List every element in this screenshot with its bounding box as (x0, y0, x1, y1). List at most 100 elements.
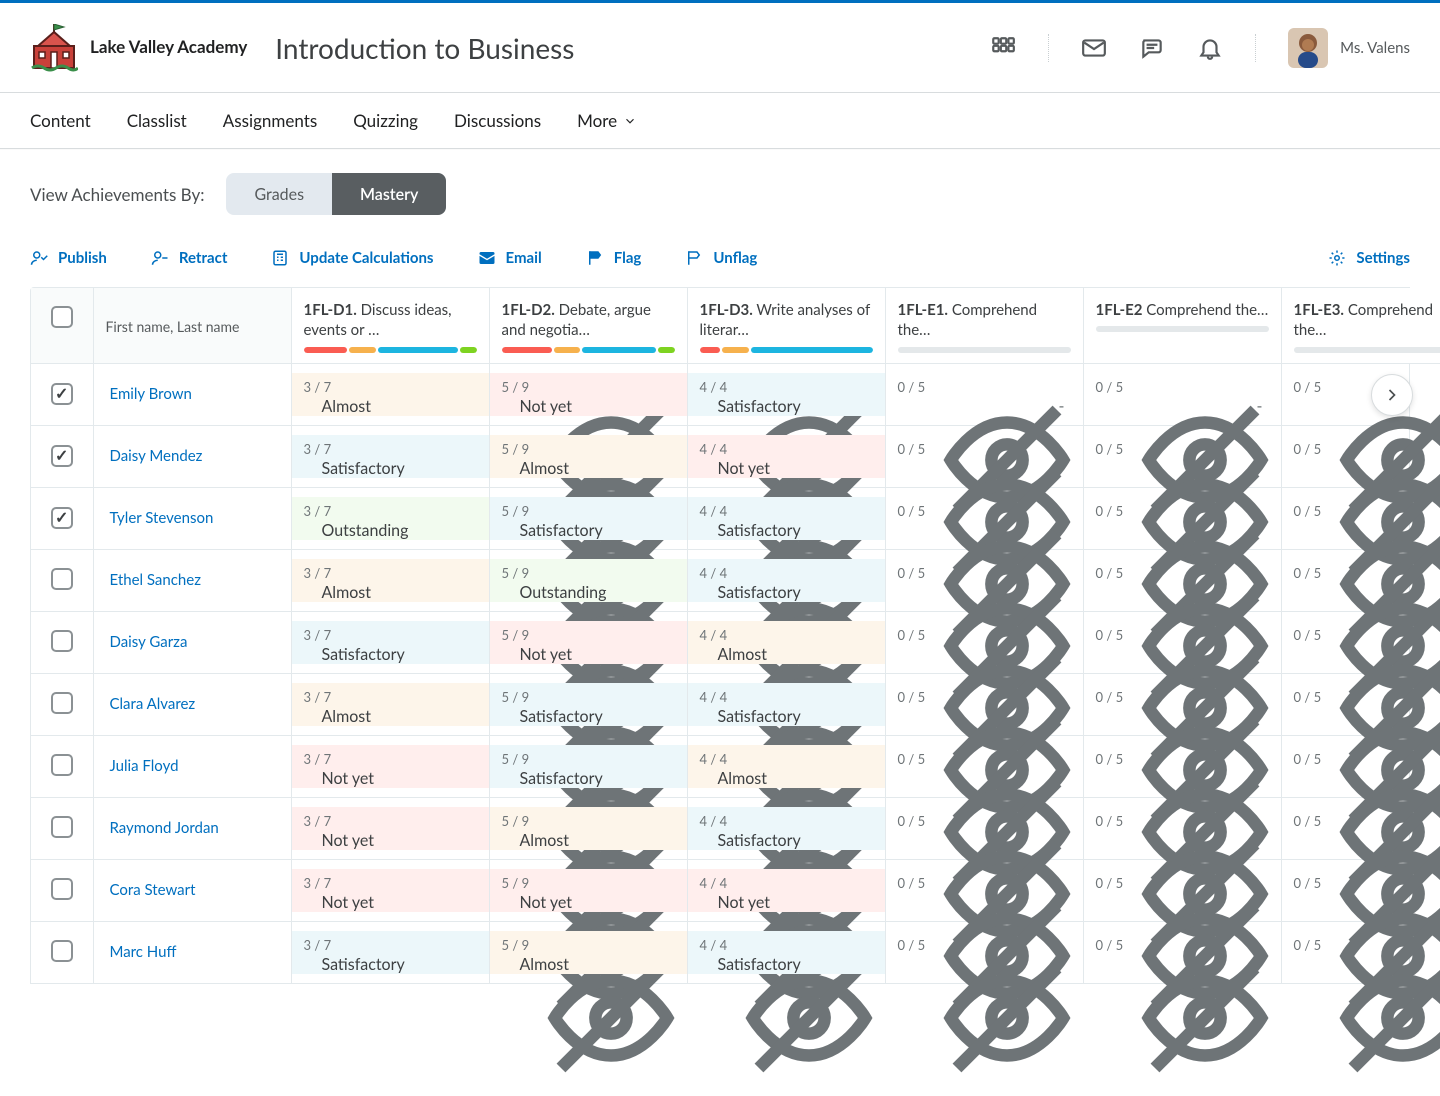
email-button[interactable]: Email (478, 249, 542, 267)
row-checkbox[interactable] (51, 630, 73, 652)
mastery-cell[interactable]: 3 / 7Almost (292, 373, 489, 416)
mastery-cell[interactable]: 0 / 5- (1282, 373, 1440, 416)
outcome-header[interactable]: 1FL-E3. Comprehend the… (1281, 288, 1440, 363)
student-link[interactable]: Raymond Jordan (94, 819, 219, 837)
row-checkbox[interactable] (51, 692, 73, 714)
row-checkbox[interactable] (51, 383, 73, 405)
mastery-cell[interactable]: 5 / 9Satisfactory (490, 745, 687, 788)
outcome-header[interactable]: 1FL-E2 Comprehend the… (1083, 288, 1281, 363)
student-link[interactable]: Julia Floyd (94, 757, 179, 775)
mastery-cell[interactable]: 5 / 9Satisfactory (490, 683, 687, 726)
student-link[interactable]: Emily Brown (94, 385, 192, 403)
outcome-header[interactable]: 1FL-D1. Discuss ideas, events or … (291, 288, 489, 363)
view-mastery-button[interactable]: Mastery (332, 173, 446, 215)
student-link[interactable]: Daisy Garza (94, 633, 188, 651)
mastery-cell[interactable]: 0 / 5- (1282, 807, 1440, 850)
student-link[interactable]: Cora Stewart (94, 881, 196, 899)
mail-icon[interactable] (1081, 35, 1107, 61)
student-link[interactable]: Ethel Sanchez (94, 571, 201, 589)
chat-icon[interactable] (1139, 35, 1165, 61)
publish-button[interactable]: Publish (30, 249, 107, 267)
view-grades-button[interactable]: Grades (226, 173, 332, 215)
mastery-cell[interactable]: 0 / 5- (1282, 559, 1440, 602)
mastery-cell[interactable]: 5 / 9Not yet (490, 621, 687, 664)
mastery-cell[interactable]: 4 / 4Satisfactory (688, 807, 885, 850)
mastery-cell[interactable]: 0 / 5- (886, 683, 1083, 726)
mastery-cell[interactable]: 0 / 5- (1084, 745, 1281, 788)
mastery-cell[interactable]: 3 / 7Not yet (292, 745, 489, 788)
student-link[interactable]: Daisy Mendez (94, 447, 203, 465)
mastery-cell[interactable]: 4 / 4Not yet (688, 869, 885, 912)
mastery-cell[interactable]: 0 / 5- (1282, 621, 1440, 664)
row-checkbox[interactable] (51, 445, 73, 467)
mastery-cell[interactable]: 3 / 7Satisfactory (292, 435, 489, 478)
mastery-cell[interactable]: 0 / 5- (886, 497, 1083, 540)
bell-icon[interactable] (1197, 35, 1223, 61)
mastery-cell[interactable]: 0 / 5- (886, 435, 1083, 478)
mastery-cell[interactable]: 0 / 5- (1084, 559, 1281, 602)
mastery-cell[interactable]: 4 / 4Not yet (688, 435, 885, 478)
mastery-cell[interactable]: 0 / 5- (1282, 745, 1440, 788)
row-checkbox[interactable] (51, 816, 73, 838)
mastery-cell[interactable]: 3 / 7Almost (292, 683, 489, 726)
mastery-cell[interactable]: 0 / 5- (1282, 497, 1440, 540)
mastery-cell[interactable]: 4 / 4Almost (688, 621, 885, 664)
nav-quizzing[interactable]: Quizzing (353, 110, 418, 131)
update-calculations-button[interactable]: Update Calculations (271, 249, 433, 267)
student-link[interactable]: Tyler Stevenson (94, 509, 214, 527)
mastery-cell[interactable]: 3 / 7Outstanding (292, 497, 489, 540)
scroll-right-button[interactable] (1371, 374, 1413, 416)
flag-button[interactable]: Flag (586, 249, 642, 267)
mastery-cell[interactable]: 0 / 5- (1282, 869, 1440, 912)
mastery-cell[interactable]: 5 / 9Not yet (490, 869, 687, 912)
outcome-header[interactable]: 1FL-D2. Debate, argue and negotia… (489, 288, 687, 363)
mastery-cell[interactable]: 0 / 5- (1084, 373, 1281, 416)
mastery-cell[interactable]: 0 / 5- (1084, 931, 1281, 974)
mastery-cell[interactable]: 3 / 7Almost (292, 559, 489, 602)
school-brand[interactable]: Lake Valley Academy (30, 24, 247, 72)
mastery-cell[interactable]: 0 / 5- (1084, 435, 1281, 478)
mastery-cell[interactable]: 5 / 9Almost (490, 435, 687, 478)
mastery-cell[interactable]: 0 / 5- (886, 745, 1083, 788)
student-link[interactable]: Clara Alvarez (94, 695, 196, 713)
mastery-cell[interactable]: 5 / 9Not yet (490, 373, 687, 416)
mastery-cell[interactable]: 0 / 5- (886, 559, 1083, 602)
user-menu[interactable]: Ms. Valens (1288, 28, 1410, 68)
row-checkbox[interactable] (51, 940, 73, 962)
mastery-cell[interactable]: 0 / 5- (1084, 869, 1281, 912)
nav-content[interactable]: Content (30, 110, 91, 131)
name-column-header[interactable]: First name, Last name (94, 288, 291, 345)
mastery-cell[interactable]: 4 / 4Satisfactory (688, 559, 885, 602)
mastery-cell[interactable]: 0 / 5- (1084, 621, 1281, 664)
mastery-cell[interactable]: 3 / 7Satisfactory (292, 931, 489, 974)
settings-button[interactable]: Settings (1328, 249, 1410, 267)
unflag-button[interactable]: Unflag (685, 249, 757, 267)
mastery-cell[interactable]: 4 / 4Satisfactory (688, 931, 885, 974)
mastery-cell[interactable]: 0 / 5- (1084, 683, 1281, 726)
apps-icon[interactable] (990, 35, 1016, 61)
student-link[interactable]: Marc Huff (94, 943, 177, 961)
retract-button[interactable]: Retract (151, 249, 228, 267)
nav-more[interactable]: More (577, 110, 637, 131)
mastery-cell[interactable]: 0 / 5- (886, 807, 1083, 850)
mastery-cell[interactable]: 0 / 5- (1282, 683, 1440, 726)
mastery-cell[interactable]: 4 / 4Satisfactory (688, 683, 885, 726)
mastery-cell[interactable]: 0 / 5- (1084, 497, 1281, 540)
mastery-cell[interactable]: 3 / 7Not yet (292, 869, 489, 912)
mastery-cell[interactable]: 5 / 9Almost (490, 807, 687, 850)
mastery-cell[interactable]: 5 / 9Outstanding (490, 559, 687, 602)
nav-discussions[interactable]: Discussions (454, 110, 541, 131)
mastery-cell[interactable]: 0 / 5- (886, 931, 1083, 974)
nav-classlist[interactable]: Classlist (127, 110, 187, 131)
nav-assignments[interactable]: Assignments (223, 110, 317, 131)
mastery-cell[interactable]: 5 / 9Almost (490, 931, 687, 974)
mastery-cell[interactable]: 0 / 5- (886, 373, 1083, 416)
mastery-cell[interactable]: 0 / 5- (1282, 931, 1440, 974)
row-checkbox[interactable] (51, 878, 73, 900)
mastery-cell[interactable]: 5 / 9Satisfactory (490, 497, 687, 540)
row-checkbox[interactable] (51, 568, 73, 590)
row-checkbox[interactable] (51, 507, 73, 529)
mastery-cell[interactable]: 4 / 4Almost (688, 745, 885, 788)
mastery-cell[interactable]: 3 / 7Satisfactory (292, 621, 489, 664)
mastery-cell[interactable]: 4 / 4Satisfactory (688, 373, 885, 416)
